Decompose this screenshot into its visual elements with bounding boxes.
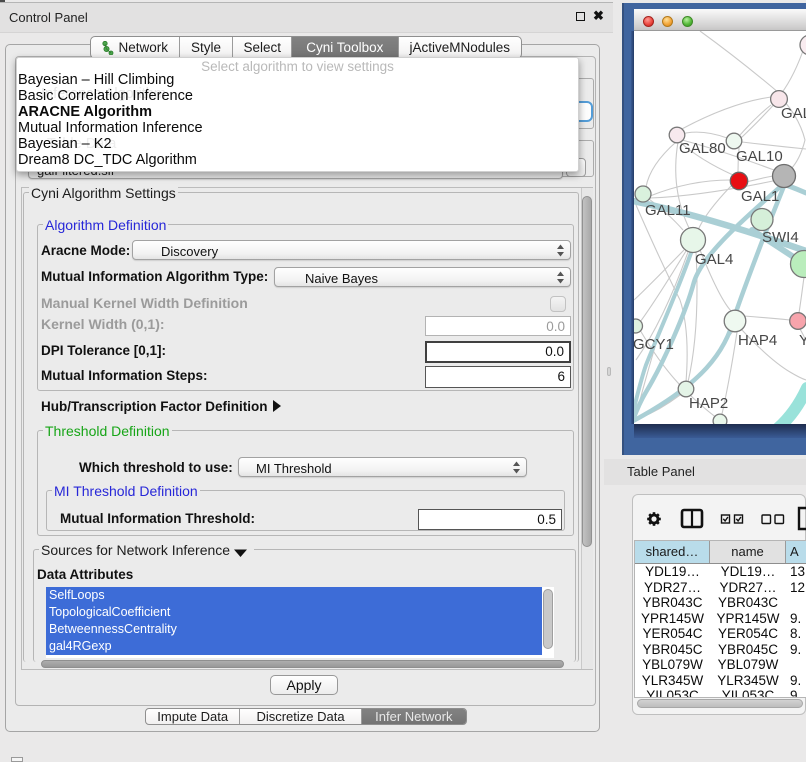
svg-text:GCY1: GCY1: [634, 336, 674, 353]
svg-text:GAL80: GAL80: [679, 140, 726, 157]
svg-text:SWI4: SWI4: [762, 229, 799, 246]
svg-text:GAL11: GAL11: [645, 202, 691, 219]
svg-text:HAP4: HAP4: [738, 332, 777, 349]
svg-text:GAL4: GAL4: [695, 251, 733, 268]
svg-text:GAL1: GAL1: [741, 188, 779, 205]
svg-text:GAL10: GAL10: [736, 148, 783, 165]
svg-text:GAL: GAL: [781, 105, 806, 122]
svg-text:Y: Y: [799, 332, 806, 349]
svg-text:HAP2: HAP2: [689, 395, 728, 412]
